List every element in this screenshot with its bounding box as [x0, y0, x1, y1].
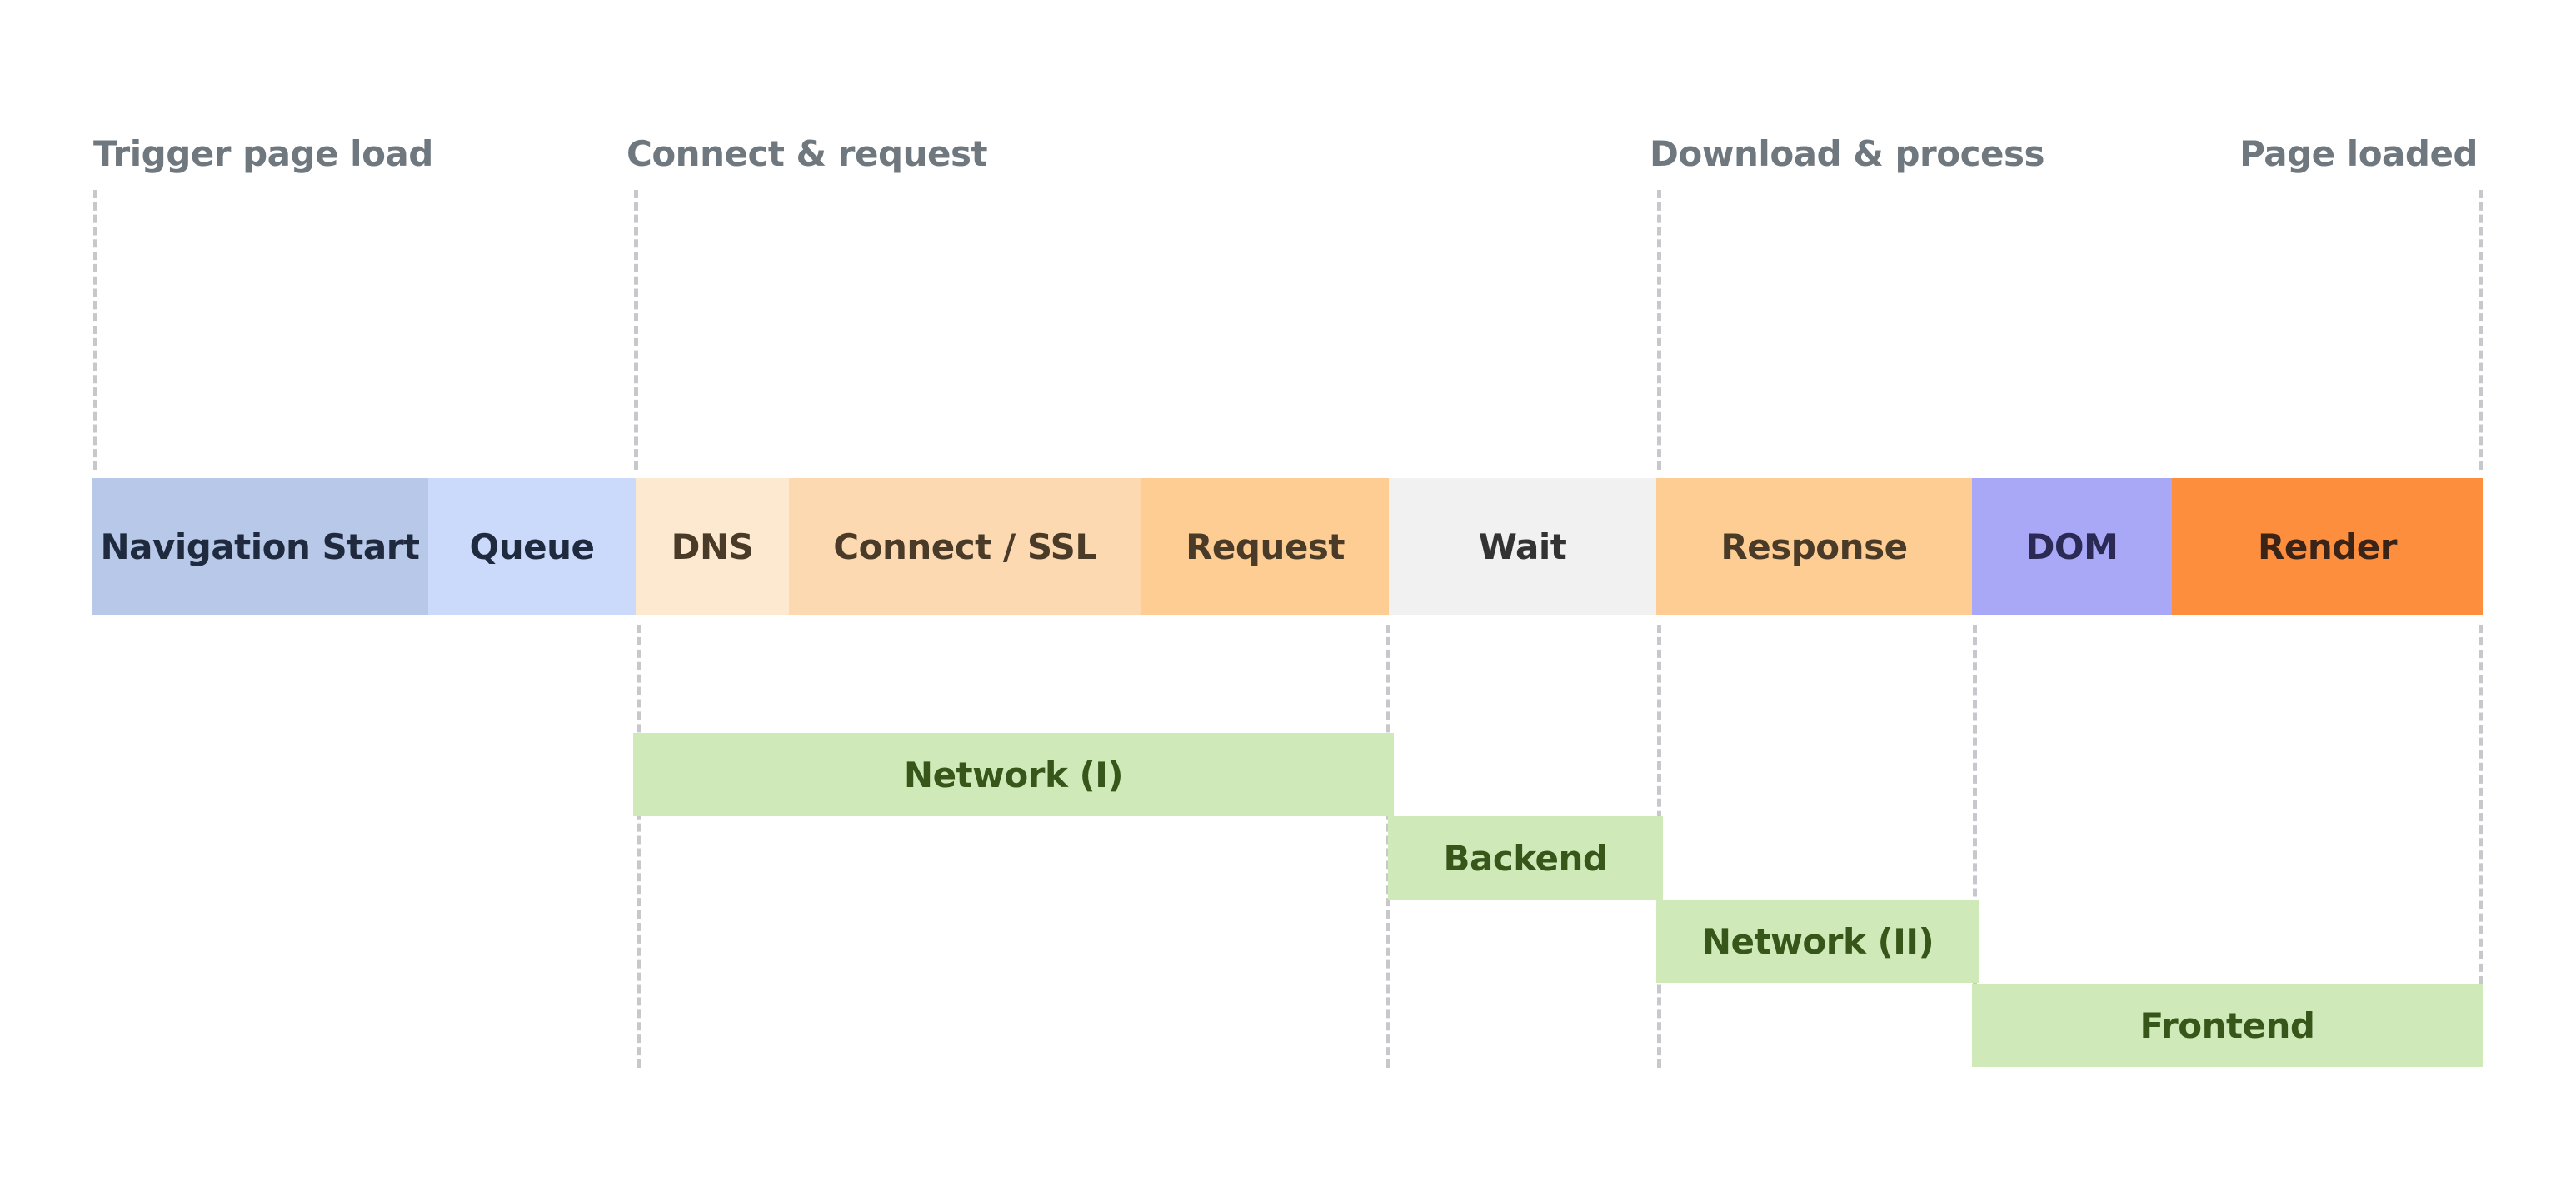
- segment-dns: DNS: [636, 478, 789, 615]
- phase-label: Frontend: [2139, 1004, 2316, 1046]
- segment-label: DNS: [671, 526, 754, 567]
- segment-dom: DOM: [1972, 478, 2172, 615]
- segment-label: Wait: [1478, 526, 1567, 567]
- segment-wait: Wait: [1389, 478, 1656, 615]
- phase-network-1: Network (I): [633, 733, 1394, 816]
- milestone-page-loaded: Page loaded: [2239, 133, 2478, 174]
- segment-label: Response: [1720, 526, 1908, 567]
- phase-backend: Backend: [1388, 816, 1663, 900]
- segment-label: Queue: [469, 526, 595, 567]
- milestone-trigger-page-load: Trigger page load: [93, 133, 433, 174]
- segment-request: Request: [1141, 478, 1389, 615]
- divider-line-trigger-top: [93, 190, 97, 470]
- divider-line-download-top: [1657, 190, 1661, 470]
- segment-render: Render: [2172, 478, 2483, 615]
- segment-label: Render: [2258, 526, 2398, 567]
- segment-label: Request: [1186, 526, 1345, 567]
- phase-frontend: Frontend: [1972, 984, 2483, 1067]
- milestone-download-process: Download & process: [1650, 133, 2044, 174]
- segment-label: DOM: [2025, 526, 2119, 567]
- phase-label: Backend: [1443, 837, 1608, 879]
- phase-label: Network (II): [1701, 920, 1934, 962]
- segment-label: Connect / SSL: [833, 526, 1097, 567]
- segment-connect-ssl: Connect / SSL: [789, 478, 1141, 615]
- milestone-connect-request: Connect & request: [627, 133, 988, 174]
- segment-label: Navigation Start: [100, 526, 420, 567]
- phase-network-2: Network (II): [1656, 900, 1979, 983]
- divider-line-connect-bottom: [637, 625, 641, 1068]
- segment-navigation-start: Navigation Start: [92, 478, 428, 615]
- phase-label: Network (I): [903, 754, 1124, 795]
- divider-line-connect-top: [634, 190, 638, 470]
- divider-line-loaded-bottom: [2479, 625, 2483, 984]
- segment-queue: Queue: [428, 478, 636, 615]
- divider-line-loaded-top: [2479, 190, 2483, 470]
- segment-response: Response: [1656, 478, 1972, 615]
